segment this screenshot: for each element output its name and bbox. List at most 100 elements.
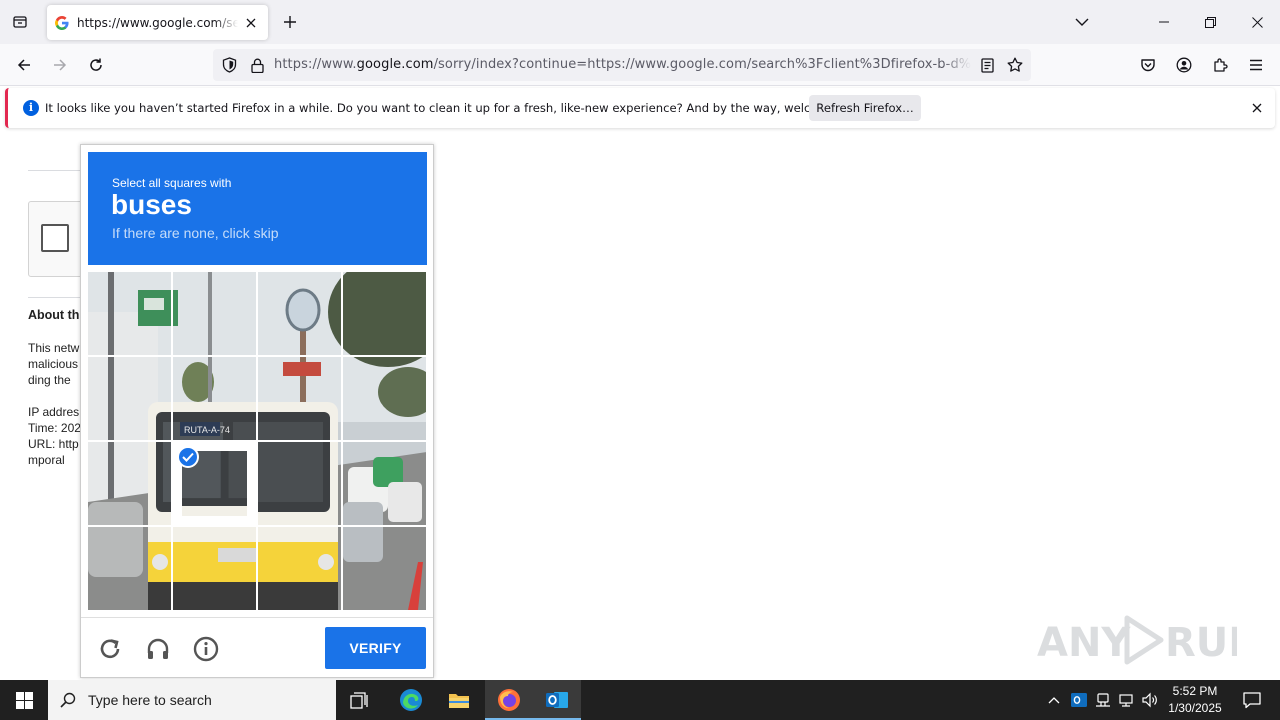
forward-arrow-icon[interactable] — [47, 52, 73, 78]
new-tab-icon[interactable] — [278, 10, 302, 34]
outlook-icon[interactable] — [533, 680, 581, 720]
challenge-tile[interactable] — [343, 527, 426, 610]
about-text: This netw malicious ding the IP addres T… — [28, 340, 88, 468]
url-domain: google.com — [356, 57, 434, 72]
challenge-tile[interactable] — [173, 357, 256, 440]
network-icon[interactable] — [1115, 680, 1137, 720]
tile-image — [258, 272, 341, 355]
challenge-tile[interactable] — [173, 442, 256, 525]
file-explorer-icon[interactable] — [435, 680, 483, 720]
bookmark-star-icon[interactable] — [1007, 57, 1023, 73]
about-line: IP addres — [28, 405, 80, 419]
challenge-tile[interactable] — [258, 272, 341, 355]
shield-icon[interactable] — [221, 57, 237, 73]
challenge-hint: If there are none, click skip — [112, 225, 279, 241]
tile-image — [343, 272, 426, 355]
navigation-bar: https://www.google.com/sorry/index?conti… — [0, 44, 1280, 86]
windows-start-icon[interactable] — [0, 680, 48, 720]
challenge-tile[interactable] — [258, 442, 341, 525]
browser-tab[interactable]: https://www.google.com/search?client=fir… — [47, 5, 268, 40]
challenge-image-grid — [88, 272, 427, 610]
windows-taskbar: Type here to search 5:52 PM 1/30/2025 — [0, 680, 1280, 720]
tile-image — [173, 272, 256, 355]
back-arrow-icon[interactable] — [11, 52, 37, 78]
divider — [28, 170, 88, 171]
reload-icon[interactable] — [83, 52, 109, 78]
audio-challenge-icon[interactable] — [144, 635, 172, 663]
firefox-icon[interactable] — [485, 680, 533, 720]
tile-image — [88, 357, 171, 440]
reload-challenge-icon[interactable] — [96, 635, 124, 663]
challenge-tile[interactable] — [88, 357, 171, 440]
reader-view-icon[interactable] — [979, 57, 995, 73]
lock-icon[interactable] — [249, 57, 265, 73]
about-line: This netw — [28, 341, 80, 355]
close-notification-icon[interactable] — [1249, 100, 1265, 116]
edge-browser-icon[interactable] — [387, 680, 435, 720]
url-prefix: https://www. — [274, 57, 357, 72]
challenge-tile[interactable] — [88, 442, 171, 525]
url-text[interactable]: https://www.google.com/sorry/index?conti… — [274, 57, 971, 75]
refresh-firefox-button[interactable]: Refresh Firefox… — [809, 95, 921, 121]
tab-strip: https://www.google.com/search?client=fir… — [0, 0, 1280, 44]
challenge-instruction: Select all squares with — [112, 176, 232, 190]
extensions-icon[interactable] — [1207, 52, 1233, 78]
about-line: malicious — [28, 357, 79, 371]
checkmark-icon — [177, 446, 199, 468]
outlook-tray-icon[interactable] — [1068, 680, 1090, 720]
tab-list-icon[interactable] — [8, 10, 32, 34]
anyrun-watermark-logo: ANY RUN — [1037, 615, 1237, 666]
tile-image — [173, 527, 256, 610]
challenge-tile[interactable] — [88, 272, 171, 355]
menu-icon[interactable] — [1243, 52, 1269, 78]
taskbar-clock[interactable]: 5:52 PM 1/30/2025 — [1160, 683, 1230, 717]
about-line — [28, 388, 88, 404]
pocket-icon[interactable] — [1135, 52, 1161, 78]
chevron-up-icon[interactable] — [1044, 680, 1064, 720]
info-icon[interactable] — [192, 635, 220, 663]
info-icon: i — [23, 100, 39, 116]
about-line: URL: http — [28, 437, 79, 451]
challenge-tile[interactable] — [173, 272, 256, 355]
about-heading: About th — [28, 308, 80, 322]
challenge-tile[interactable] — [258, 527, 341, 610]
challenge-keyword: buses — [111, 189, 192, 220]
clock-time: 5:52 PM — [1172, 684, 1218, 698]
url-suffix: /sorry/index?continue=https://www.google… — [433, 57, 971, 72]
search-icon — [48, 680, 88, 720]
challenge-tile[interactable] — [88, 527, 171, 610]
divider — [81, 617, 433, 618]
restore-icon[interactable] — [1187, 0, 1233, 44]
tile-image — [343, 357, 426, 440]
tile-image — [173, 357, 256, 440]
device-tray-icon[interactable] — [1092, 680, 1114, 720]
about-line: mporal — [28, 453, 65, 467]
tile-image — [343, 527, 426, 610]
challenge-tile[interactable] — [258, 357, 341, 440]
tile-image — [258, 357, 341, 440]
verify-button[interactable]: VERIFY — [325, 627, 426, 669]
challenge-tile[interactable] — [343, 357, 426, 440]
clock-date: 1/30/2025 — [1168, 701, 1222, 715]
recaptcha-checkbox[interactable] — [41, 224, 69, 252]
minimize-icon[interactable] — [1141, 0, 1187, 44]
volume-icon[interactable] — [1139, 680, 1161, 720]
close-tab-icon[interactable] — [242, 14, 260, 32]
task-view-icon[interactable] — [336, 680, 384, 720]
challenge-tile[interactable] — [343, 442, 426, 525]
refresh-firefox-notification: i It looks like you haven’t started Fire… — [5, 88, 1275, 128]
challenge-tile[interactable] — [343, 272, 426, 355]
chevron-down-icon[interactable] — [1070, 10, 1094, 34]
tile-image — [258, 527, 341, 610]
recaptcha-anchor — [28, 201, 88, 277]
close-window-icon[interactable] — [1234, 0, 1280, 44]
challenge-tile[interactable] — [173, 527, 256, 610]
notification-center-icon[interactable] — [1232, 680, 1272, 720]
tile-image — [343, 442, 426, 525]
svg-text:RUN: RUN — [1165, 620, 1237, 666]
about-line: ding the — [28, 373, 71, 387]
account-icon[interactable] — [1171, 52, 1197, 78]
tile-image — [88, 442, 171, 525]
url-bar[interactable]: https://www.google.com/sorry/index?conti… — [213, 49, 1031, 81]
taskbar-search[interactable]: Type here to search — [48, 680, 336, 720]
